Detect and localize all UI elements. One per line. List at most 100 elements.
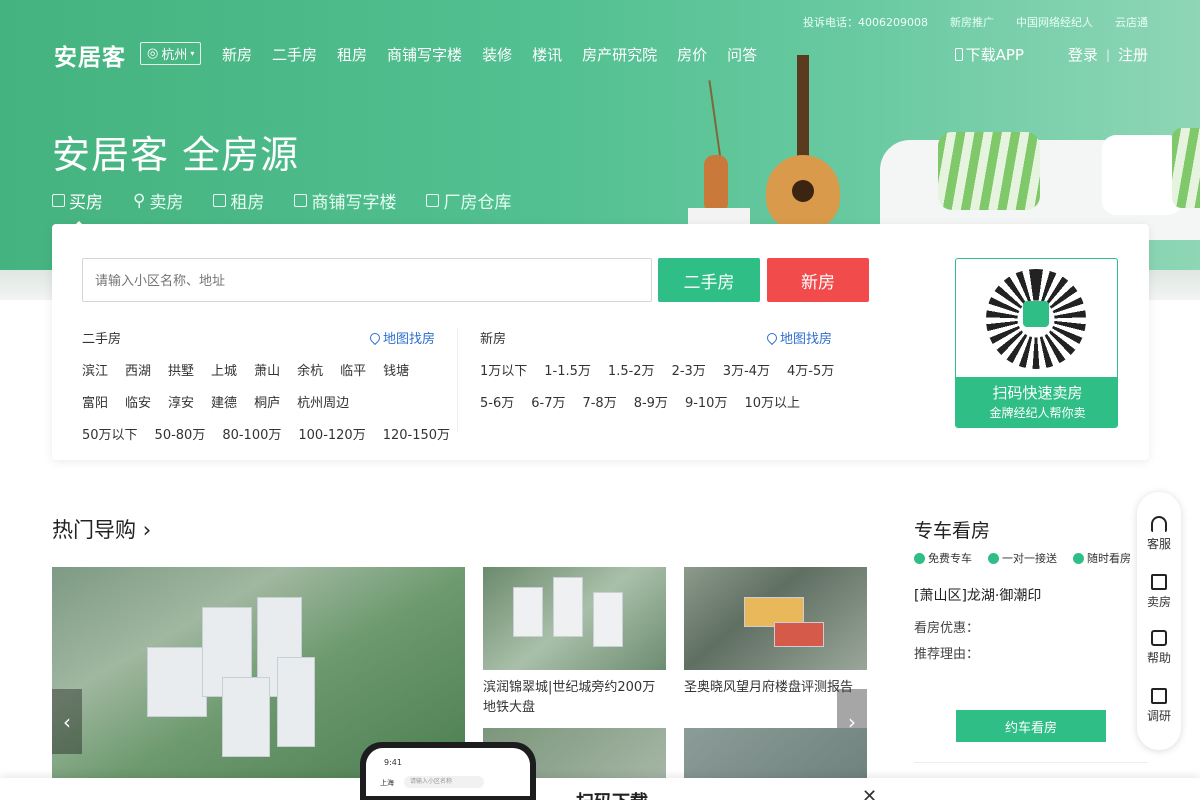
building-shape <box>774 622 824 647</box>
top-link-cloud-store[interactable]: 云店通 <box>1115 14 1148 30</box>
nav-commercial[interactable]: 商铺写字楼 <box>387 44 462 65</box>
complaint-phone[interactable]: 投诉电话：4006209008 <box>803 14 928 30</box>
price-link[interactable]: 4万-5万 <box>787 360 834 379</box>
price-link[interactable]: 1-1.5万 <box>544 360 591 379</box>
district-link[interactable]: 萧山 <box>254 360 280 379</box>
car-viewing-tags: 免费专车 一对一接送 随时看房 <box>914 550 1131 566</box>
close-icon[interactable]: ✕ <box>862 786 877 800</box>
nav-decoration[interactable]: 装修 <box>482 44 512 65</box>
tab-rent-label: 租房 <box>230 193 265 213</box>
top-link-new-promo[interactable]: 新房推广 <box>950 14 994 30</box>
qr-sell-card[interactable]: 扫码快速卖房 金牌经纪人帮你卖 <box>955 258 1118 428</box>
tab-factory-label: 厂房仓库 <box>443 193 512 213</box>
district-link[interactable]: 余杭 <box>297 360 323 379</box>
city-name: 杭州 <box>161 48 188 63</box>
price-link[interactable]: 8-9万 <box>634 392 668 411</box>
price-link[interactable]: 9-10万 <box>685 392 728 411</box>
price-link[interactable]: 100-120万 <box>298 424 365 443</box>
price-row: 5-6万 6-7万 7-8万 8-9万 9-10万 10万以上 <box>480 392 835 411</box>
carousel-prev-button[interactable]: ‹ <box>52 689 82 754</box>
district-link[interactable]: 滨江 <box>82 360 108 379</box>
qr-subtitle: 金牌经纪人帮你卖 <box>989 406 1086 420</box>
login-link[interactable]: 登录 <box>1068 44 1098 65</box>
tab-rent[interactable]: 租房 <box>213 188 264 213</box>
float-survey[interactable]: 调研 <box>1137 688 1181 724</box>
district-link[interactable]: 桐庐 <box>254 392 280 411</box>
price-link[interactable]: 6-7万 <box>531 392 565 411</box>
article-thumb[interactable] <box>684 728 867 780</box>
download-app-link[interactable]: 下载APP <box>954 44 1024 65</box>
float-label: 帮助 <box>1146 651 1171 665</box>
city-selector[interactable]: ◎ 杭州 ▾ <box>140 42 202 65</box>
tab-commercial[interactable]: 商铺写字楼 <box>294 188 396 213</box>
price-link[interactable]: 80-100万 <box>222 424 281 443</box>
nav-qa[interactable]: 问答 <box>727 44 757 65</box>
district-link[interactable]: 临安 <box>125 392 151 411</box>
newhouse-map-link[interactable]: 地图找房 <box>764 328 832 347</box>
building-shape <box>222 677 270 757</box>
hot-guide-title[interactable]: 热门导购 › <box>52 514 151 544</box>
search-secondhand-button[interactable]: 二手房 <box>658 258 760 302</box>
check-circle-icon <box>914 552 925 564</box>
account-links: 下载APP 登录 | 注册 <box>954 44 1148 65</box>
article-thumb[interactable] <box>483 567 666 670</box>
tab-factory[interactable]: 厂房仓库 <box>426 188 511 213</box>
site-logo[interactable]: 安居客 <box>54 38 126 72</box>
tag-label: 随时看房 <box>1087 552 1131 565</box>
district-link[interactable]: 建德 <box>211 392 237 411</box>
article-caption[interactable]: 圣奥晓风望月府楼盘评测报告 <box>684 678 867 698</box>
district-link[interactable]: 上城 <box>211 360 237 379</box>
price-link[interactable]: 7-8万 <box>582 392 616 411</box>
district-link[interactable]: 钱塘 <box>383 360 409 379</box>
float-help[interactable]: 帮助 <box>1137 630 1181 666</box>
price-link[interactable]: 120-150万 <box>383 424 450 443</box>
district-link[interactable]: 临平 <box>340 360 366 379</box>
key-icon: ⚲ <box>133 190 146 211</box>
price-link[interactable]: 3万-4万 <box>723 360 770 379</box>
map-pin-icon <box>764 330 780 345</box>
district-link[interactable]: 富阳 <box>82 392 108 411</box>
search-input[interactable] <box>82 258 652 302</box>
price-link[interactable]: 2-3万 <box>672 360 706 379</box>
price-link[interactable]: 10万以上 <box>744 392 800 411</box>
district-link[interactable]: 淳安 <box>168 392 194 411</box>
nav-rent[interactable]: 租房 <box>337 44 367 65</box>
district-link[interactable]: 杭州周边 <box>297 392 349 411</box>
building-shape <box>593 592 623 647</box>
column-divider <box>457 328 458 432</box>
price-link[interactable]: 1.5-2万 <box>608 360 655 379</box>
article-thumb[interactable] <box>684 567 867 670</box>
tab-sell-label: 卖房 <box>149 193 184 213</box>
nav-news[interactable]: 楼讯 <box>532 44 562 65</box>
article-caption[interactable]: 滨润锦翠城|世纪城旁约200万地铁大盘 <box>483 678 668 718</box>
register-link[interactable]: 注册 <box>1118 44 1148 65</box>
top-link-broker[interactable]: 中国网络经纪人 <box>1016 14 1093 30</box>
nav-new-house[interactable]: 新房 <box>222 44 252 65</box>
nav-price[interactable]: 房价 <box>677 44 707 65</box>
price-link[interactable]: 5-6万 <box>480 392 514 411</box>
tab-sell[interactable]: ⚲ 卖房 <box>133 188 184 214</box>
secondhand-map-link[interactable]: 地图找房 <box>367 328 435 347</box>
float-sell[interactable]: 卖房 <box>1137 574 1181 610</box>
nav-research[interactable]: 房产研究院 <box>582 44 657 65</box>
tag-item: 一对一接送 <box>988 550 1057 566</box>
district-link[interactable]: 西湖 <box>125 360 151 379</box>
building-icon <box>52 194 65 207</box>
district-row: 富阳 临安 淳安 建德 桐庐 杭州周边 <box>82 392 437 411</box>
recommend-reason-label: 推荐理由： <box>914 647 980 662</box>
price-link[interactable]: 50-80万 <box>155 424 206 443</box>
warehouse-icon <box>426 194 440 207</box>
price-link[interactable]: 50万以下 <box>82 424 138 443</box>
top-links: 投诉电话：4006209008 新房推广 中国网络经纪人 云店通 <box>803 14 1148 30</box>
search-tabs: 买房 ⚲ 卖房 租房 商铺写字楼 厂房仓库 <box>52 188 511 228</box>
district-link[interactable]: 拱墅 <box>168 360 194 379</box>
price-link[interactable]: 1万以下 <box>480 360 527 379</box>
float-customer-service[interactable]: 客服 <box>1137 516 1181 552</box>
search-newhouse-button[interactable]: 新房 <box>767 258 869 302</box>
tab-buy[interactable]: 买房 <box>52 188 103 228</box>
car-viewing-project[interactable]: [萧山区]龙湖·御潮印 <box>914 585 1041 605</box>
decor-vase <box>704 155 728 210</box>
nav-second-hand[interactable]: 二手房 <box>272 44 317 65</box>
book-car-button[interactable]: 约车看房 <box>956 710 1106 742</box>
shop-icon <box>294 194 308 207</box>
